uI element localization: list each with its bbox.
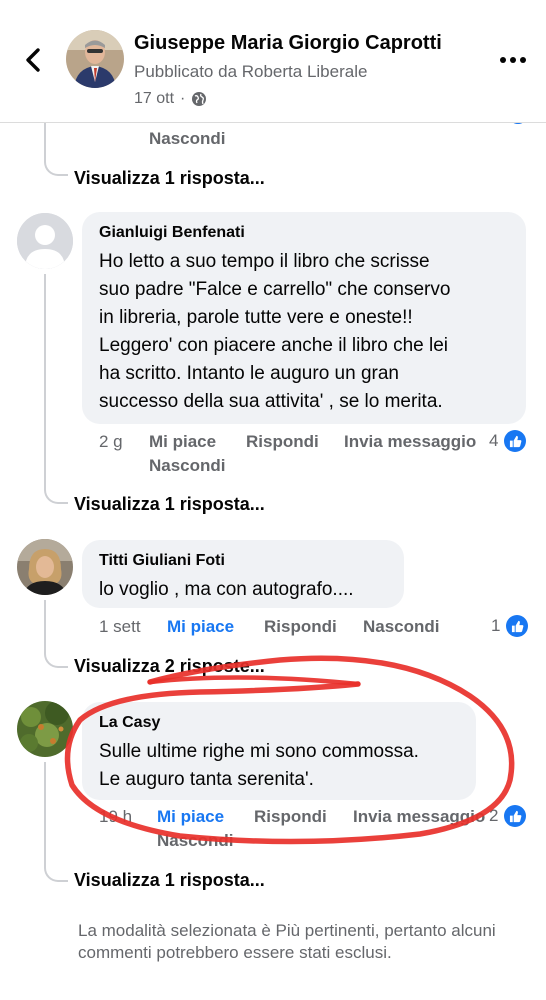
meta-separator: · <box>180 90 186 107</box>
sort-mode-note: La modalità selezionata è Più pertinenti… <box>78 921 496 962</box>
thread-connector <box>44 864 68 882</box>
comment-timestamp: 19 h <box>99 807 133 826</box>
reaction-count: 2 <box>489 806 499 825</box>
comment-line: in libreria, parole tutte vere e oneste!… <box>99 307 413 328</box>
like-icon <box>504 430 527 452</box>
comment-line: Ho letto a suo tempo il libro che scriss… <box>99 251 430 272</box>
like-icon <box>504 805 527 827</box>
back-button[interactable] <box>20 42 48 78</box>
comment-bubble: La Casy Sulle ultime righe mi sono commo… <box>82 702 476 800</box>
globe-icon <box>192 92 207 106</box>
view-replies-link[interactable]: Visualizza 1 risposta... <box>74 870 265 891</box>
dot-icon <box>500 57 506 63</box>
default-user-icon <box>17 213 73 269</box>
page-avatar[interactable] <box>66 30 124 88</box>
avatar[interactable] <box>17 701 73 757</box>
like-link[interactable]: Mi piace <box>149 432 216 452</box>
chevron-left-icon <box>26 48 40 72</box>
reaction-summary[interactable]: 2 <box>489 805 527 827</box>
thread-connector <box>44 158 68 176</box>
hide-link[interactable]: Nascondi <box>363 617 440 637</box>
hide-link[interactable]: Nascondi <box>149 129 226 149</box>
comment-author[interactable]: Titti Giuliani Foti <box>99 552 388 570</box>
view-replies-link[interactable]: Visualizza 1 risposta... <box>74 168 265 189</box>
post-meta: 17 ott · <box>134 90 207 108</box>
comment-timestamp: 2 g <box>99 432 123 451</box>
like-icon <box>506 615 529 637</box>
avatar[interactable] <box>17 539 73 595</box>
comment-text: lo voglio , ma con autografo.... <box>99 576 388 604</box>
comment-timestamp: 1 sett <box>99 617 141 636</box>
comment-bubble: Gianluigi Benfenati Ho letto a suo tempo… <box>82 212 526 424</box>
comment-text: Sulle ultime righe mi sono commossa. Le … <box>99 738 460 794</box>
comment-bubble: Titti Giuliani Foti lo voglio , ma con a… <box>82 540 404 608</box>
comment-text: Ho letto a suo tempo il libro che scriss… <box>99 248 510 416</box>
comment-line: Sulle ultime righe mi sono commossa. <box>99 741 419 762</box>
comment-line: successo della sua attivita' , se lo mer… <box>99 391 443 412</box>
thread-connector <box>44 650 68 668</box>
hide-link[interactable]: Nascondi <box>157 831 234 851</box>
comment-author[interactable]: La Casy <box>99 714 460 732</box>
thread-connector <box>44 486 68 504</box>
reaction-count: 4 <box>489 431 499 450</box>
view-replies-link[interactable]: Visualizza 2 risposte... <box>74 656 265 677</box>
thread-line <box>44 274 46 486</box>
thread-line <box>44 122 46 158</box>
reaction-summary[interactable]: 1 <box>491 615 529 637</box>
post-date[interactable]: 17 ott <box>134 90 174 108</box>
comment-line: suo padre "Falce e carrello" che conserv… <box>99 279 451 300</box>
page-name[interactable]: Giuseppe Maria Giorgio Caprotti <box>134 32 442 55</box>
published-by: Pubblicato da Roberta Liberale <box>134 62 368 81</box>
comment-line: Le auguro tanta serenita'. <box>99 769 314 790</box>
like-link[interactable]: Mi piace <box>157 807 224 826</box>
comment-author[interactable]: Gianluigi Benfenati <box>99 224 510 242</box>
send-message-link[interactable]: Invia messaggio <box>353 807 485 827</box>
thread-line <box>44 762 46 864</box>
post-header: Giuseppe Maria Giorgio Caprotti Pubblica… <box>0 0 546 123</box>
reaction-summary[interactable]: 4 <box>489 430 527 452</box>
comment-line: Leggero' con piacere anche il libro che … <box>99 335 449 356</box>
hide-link[interactable]: Nascondi <box>149 456 226 476</box>
reply-link[interactable]: Rispondi <box>264 617 337 637</box>
comment-line: ha scritto. Intanto le auguro un gran <box>99 363 399 384</box>
reply-link[interactable]: Rispondi <box>254 807 327 827</box>
avatar[interactable] <box>17 213 73 269</box>
comment-line: lo voglio , ma con autografo.... <box>99 579 354 600</box>
reply-link[interactable]: Rispondi <box>246 432 319 452</box>
more-options-button[interactable] <box>498 50 528 70</box>
send-message-link[interactable]: Invia messaggio <box>344 432 476 452</box>
reaction-count: 1 <box>491 616 501 635</box>
like-link[interactable]: Mi piace <box>167 617 234 636</box>
thread-line <box>44 600 46 650</box>
view-replies-link[interactable]: Visualizza 1 risposta... <box>74 494 265 515</box>
